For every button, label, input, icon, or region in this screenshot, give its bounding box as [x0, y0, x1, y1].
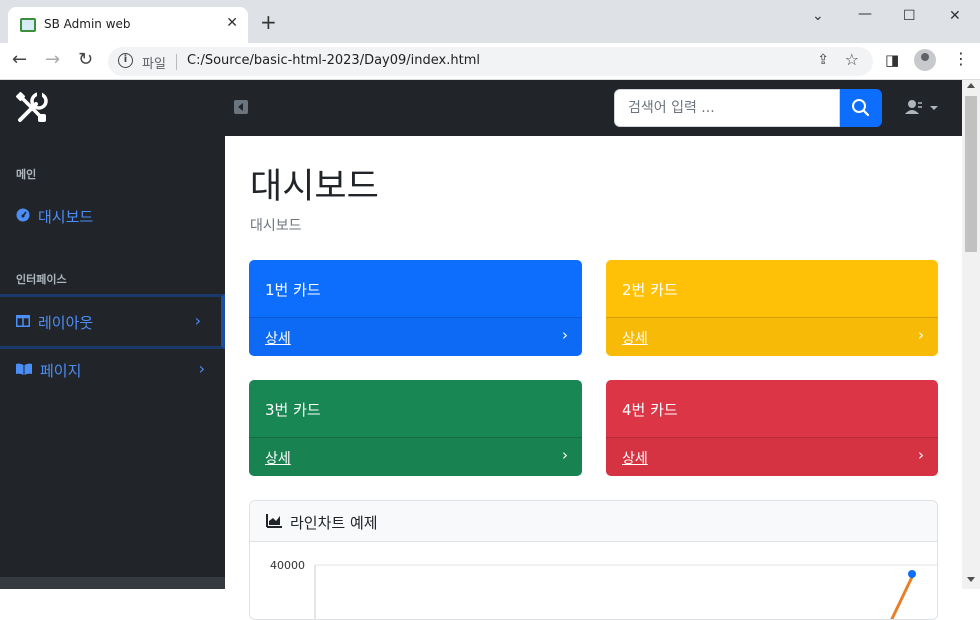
browser-tab[interactable]: SB Admin web ✕	[8, 7, 248, 43]
reload-icon[interactable]: ↻	[78, 49, 93, 70]
chevron-right-icon: ›	[198, 359, 205, 378]
card-body: 1번 카드	[249, 260, 582, 317]
bookmark-star-icon[interactable]: ☆	[845, 50, 859, 69]
scroll-down-icon[interactable]	[967, 577, 975, 582]
breadcrumb: 대시보드	[250, 218, 302, 234]
card-title: 1번 카드	[265, 281, 321, 299]
y-tick-label: 40000	[270, 559, 305, 572]
chart-data-point[interactable]	[908, 570, 916, 578]
card-details-link[interactable]: 상세	[622, 328, 648, 348]
card-details-link[interactable]: 상세	[265, 328, 291, 348]
chevron-right-icon: ›	[194, 311, 201, 330]
card-details-link[interactable]: 상세	[265, 448, 291, 468]
url-scheme: 파일	[142, 57, 166, 72]
minimize-button[interactable]: —	[858, 6, 872, 22]
card-footer: 상세 ›	[249, 437, 582, 476]
close-tab-icon[interactable]: ✕	[226, 15, 238, 31]
sidebar-item-pages[interactable]: 페이지 ›	[0, 346, 225, 394]
browser-toolbar: ← → ↻ i 파일 C:/Source/basic-html-2023/Day…	[0, 43, 980, 80]
sidebar-toggle-button[interactable]	[234, 100, 248, 114]
card-footer: 상세 ›	[606, 437, 938, 476]
card-body: 3번 카드	[249, 380, 582, 437]
user-icon	[905, 100, 938, 114]
top-navbar	[0, 80, 962, 136]
card-body: 2번 카드	[606, 260, 938, 317]
card-body: 4번 카드	[606, 380, 938, 437]
new-tab-button[interactable]: +	[260, 12, 277, 32]
sidebar-footer	[0, 577, 225, 589]
columns-icon	[16, 315, 30, 327]
card-footer: 상세 ›	[249, 317, 582, 356]
card-1: 1번 카드 상세 ›	[249, 260, 582, 356]
side-panel-icon[interactable]: ◨	[885, 51, 899, 69]
tab-search-icon[interactable]: ⌄	[812, 8, 824, 24]
search-icon	[852, 99, 870, 117]
address-bar[interactable]: i 파일 C:/Source/basic-html-2023/Day09/ind…	[108, 47, 873, 76]
chevron-right-icon[interactable]: ›	[918, 326, 924, 344]
menu-kebab-icon[interactable]: ⋮	[953, 49, 969, 68]
sidebar-item-label: 페이지	[40, 362, 82, 380]
url-separator	[176, 54, 177, 70]
maximize-button[interactable]: ☐	[903, 8, 916, 24]
line-chart-card: 라인차트 예제 40000	[249, 500, 938, 620]
url-text[interactable]: C:/Source/basic-html-2023/Day09/index.ht…	[187, 53, 480, 68]
page-title: 대시보드	[250, 167, 379, 207]
line-chart: 40000	[270, 559, 937, 619]
chart-series-line	[890, 576, 914, 619]
sidebar-item-label: 대시보드	[38, 208, 94, 226]
profile-avatar-icon[interactable]	[914, 49, 936, 71]
card-3: 3번 카드 상세 ›	[249, 380, 582, 476]
chevron-right-icon[interactable]: ›	[562, 326, 568, 344]
share-icon[interactable]: ⇪	[817, 52, 829, 68]
tachometer-icon	[16, 208, 30, 222]
card-details-link[interactable]: 상세	[622, 448, 648, 468]
back-icon[interactable]: ←	[12, 49, 27, 70]
chart-title: 라인차트 예제	[290, 514, 378, 532]
card-2: 2번 카드 상세 ›	[606, 260, 938, 356]
sidebar-item-label: 레이아웃	[38, 314, 94, 332]
card-footer: 상세 ›	[606, 317, 938, 356]
chart-card-header: 라인차트 예제	[250, 501, 937, 542]
info-icon[interactable]: i	[118, 53, 133, 68]
browser-tab-bar: SB Admin web ✕ + ⌄ — ☐ ✕	[0, 0, 980, 43]
chevron-right-icon[interactable]: ›	[562, 446, 568, 464]
tab-title: SB Admin web	[44, 17, 131, 31]
sidebar: 메인 대시보드 인터페이스 레이아웃 › 페이지 ›	[0, 136, 225, 589]
user-dropdown[interactable]	[905, 98, 939, 118]
tools-icon[interactable]	[14, 90, 50, 126]
main-content: 대시보드 대시보드 1번 카드 상세 › 2번 카드 상세 › 3번 카드 상세…	[225, 136, 962, 620]
sidebar-heading-main: 메인	[16, 168, 37, 181]
sidebar-item-dashboard[interactable]: 대시보드	[0, 192, 225, 240]
favicon-icon	[20, 18, 36, 32]
close-window-button[interactable]: ✕	[949, 8, 961, 24]
search-button[interactable]	[840, 89, 882, 127]
card-title: 2번 카드	[622, 281, 678, 299]
forward-icon[interactable]: →	[45, 49, 60, 70]
scroll-up-icon[interactable]	[967, 83, 975, 88]
card-4: 4번 카드 상세 ›	[606, 380, 938, 476]
sidebar-item-layout[interactable]: 레이아웃 ›	[0, 294, 225, 349]
page-scrollbar[interactable]	[962, 80, 980, 589]
search-input[interactable]	[614, 89, 840, 127]
chevron-right-icon[interactable]: ›	[918, 446, 924, 464]
scrollbar-thumb[interactable]	[965, 96, 977, 252]
sidebar-heading-interface: 인터페이스	[16, 273, 67, 286]
card-title: 4번 카드	[622, 401, 678, 419]
book-open-icon	[16, 363, 32, 375]
card-title: 3번 카드	[265, 401, 321, 419]
area-chart-icon	[266, 514, 282, 528]
